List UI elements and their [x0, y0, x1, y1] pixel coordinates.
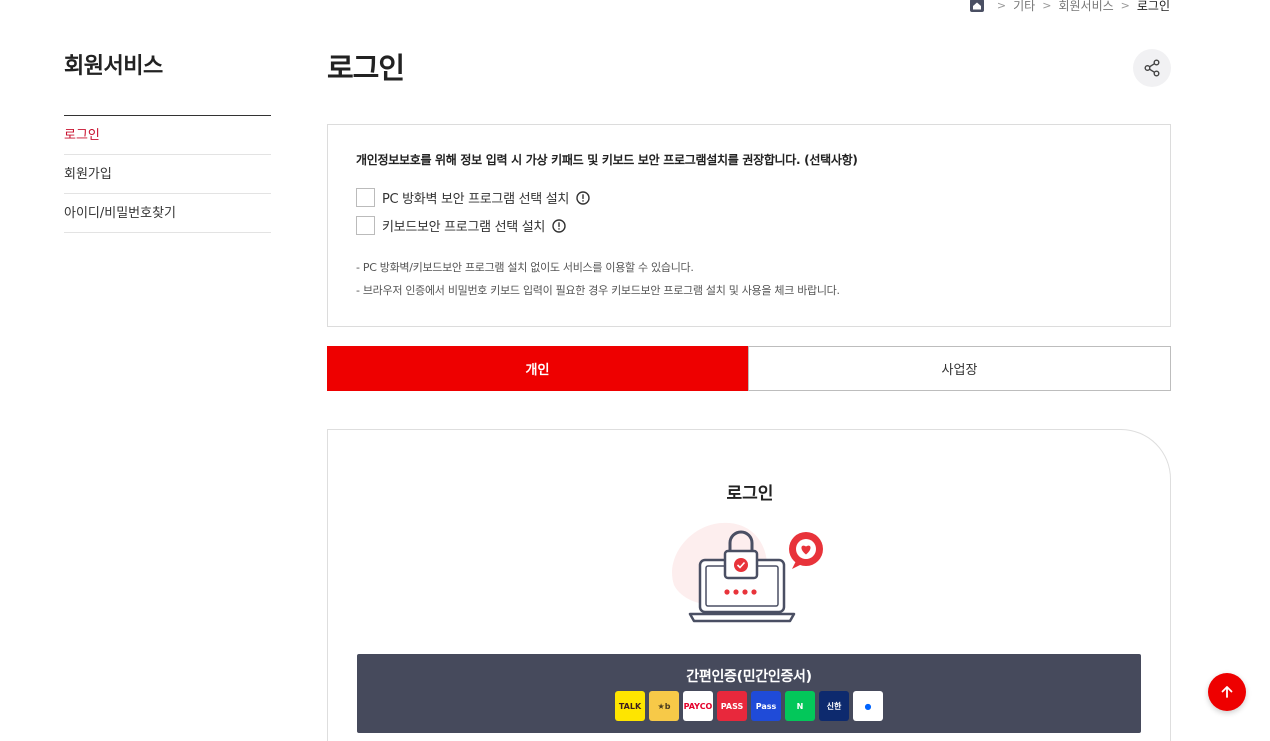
sidebar-item-login[interactable]: 로그인: [64, 116, 271, 155]
samsung-pass-icon: Pass: [751, 691, 781, 721]
keyboard-security-checkbox[interactable]: [356, 215, 375, 235]
firewall-option: PC 방화벽 보안 프로그램 선택 설치: [356, 187, 1142, 207]
payco-icon: PAYCO: [683, 691, 713, 721]
breadcrumb-item-etc[interactable]: 기타: [1013, 0, 1035, 14]
chevron-right-icon: >: [996, 0, 1007, 12]
breadcrumb-item-member-service[interactable]: 회원서비스: [1058, 0, 1113, 14]
share-button[interactable]: [1133, 49, 1171, 87]
page-title: 로그인: [327, 51, 405, 85]
firewall-option-label[interactable]: PC 방화벽 보안 프로그램 선택 설치: [382, 188, 569, 207]
sidebar-title: 회원서비스: [64, 48, 271, 116]
breadcrumb: > 기타 > 회원서비스 > 로그인: [969, 0, 1170, 14]
keyboard-security-option: 키보드보안 프로그램 선택 설치: [356, 215, 1142, 235]
easy-auth-label: 간편인증(민간인증서): [686, 669, 812, 685]
notice-note: - 브라우저 인증에서 비밀번호 키보드 입력이 필요한 경우 키보드보안 프로…: [356, 284, 840, 297]
share-icon: [1144, 59, 1160, 77]
login-card-title: 로그인: [726, 484, 774, 504]
provider-icons: TALK ★b PAYCO PASS Pass N 신한 ●: [357, 691, 1141, 721]
kakao-icon: TALK: [615, 691, 645, 721]
breadcrumb-item-login: 로그인: [1136, 0, 1170, 13]
login-card: 로그인 간편인증(민간인증서) TALK ★b PAYCO PASS Pass …: [327, 429, 1171, 741]
info-icon[interactable]: [552, 218, 566, 233]
keyboard-security-option-label[interactable]: 키보드보안 프로그램 선택 설치: [382, 216, 545, 235]
main-content: 로그인 개인정보보호를 위해 정보 입력 시 가상 키패드 및 키보드 보안 프…: [327, 48, 1171, 741]
chevron-right-icon: >: [1042, 0, 1052, 12]
tab-personal[interactable]: 개인: [327, 346, 748, 391]
notice-notes: - PC 방화벽/키보드보안 프로그램 설치 없이도 서비스를 이용할 수 있습…: [356, 256, 1142, 302]
chevron-right-icon: >: [1120, 0, 1130, 12]
easy-auth-button[interactable]: 간편인증(민간인증서) TALK ★b PAYCO PASS Pass N 신한 ●: [357, 654, 1141, 733]
scroll-top-button[interactable]: [1208, 673, 1246, 711]
toss-icon: ●: [853, 691, 883, 721]
shinhan-icon: 신한: [819, 691, 849, 721]
laptop-lock-illustration: [664, 515, 834, 625]
notice-title: 개인정보보호를 위해 정보 입력 시 가상 키패드 및 키보드 보안 프로그램설…: [356, 153, 858, 167]
tab-business[interactable]: 사업장: [748, 346, 1171, 391]
notice-note: - PC 방화벽/키보드보안 프로그램 설치 없이도 서비스를 이용할 수 있습…: [356, 261, 694, 274]
security-notice: 개인정보보호를 위해 정보 입력 시 가상 키패드 및 키보드 보안 프로그램설…: [327, 124, 1171, 327]
naver-icon: N: [785, 691, 815, 721]
arrow-up-icon: [1221, 686, 1233, 698]
info-icon[interactable]: [576, 190, 590, 205]
pass-icon: PASS: [717, 691, 747, 721]
kb-icon: ★b: [649, 691, 679, 721]
sidebar: 회원서비스 로그인 회원가입 아이디/비밀번호찾기: [64, 48, 271, 233]
user-type-tabs: 개인 사업장: [327, 346, 1171, 391]
home-icon[interactable]: [969, 0, 984, 12]
sidebar-item-signup[interactable]: 회원가입: [64, 155, 271, 194]
sidebar-item-find-id-password[interactable]: 아이디/비밀번호찾기: [64, 194, 271, 233]
firewall-checkbox[interactable]: [356, 187, 375, 207]
